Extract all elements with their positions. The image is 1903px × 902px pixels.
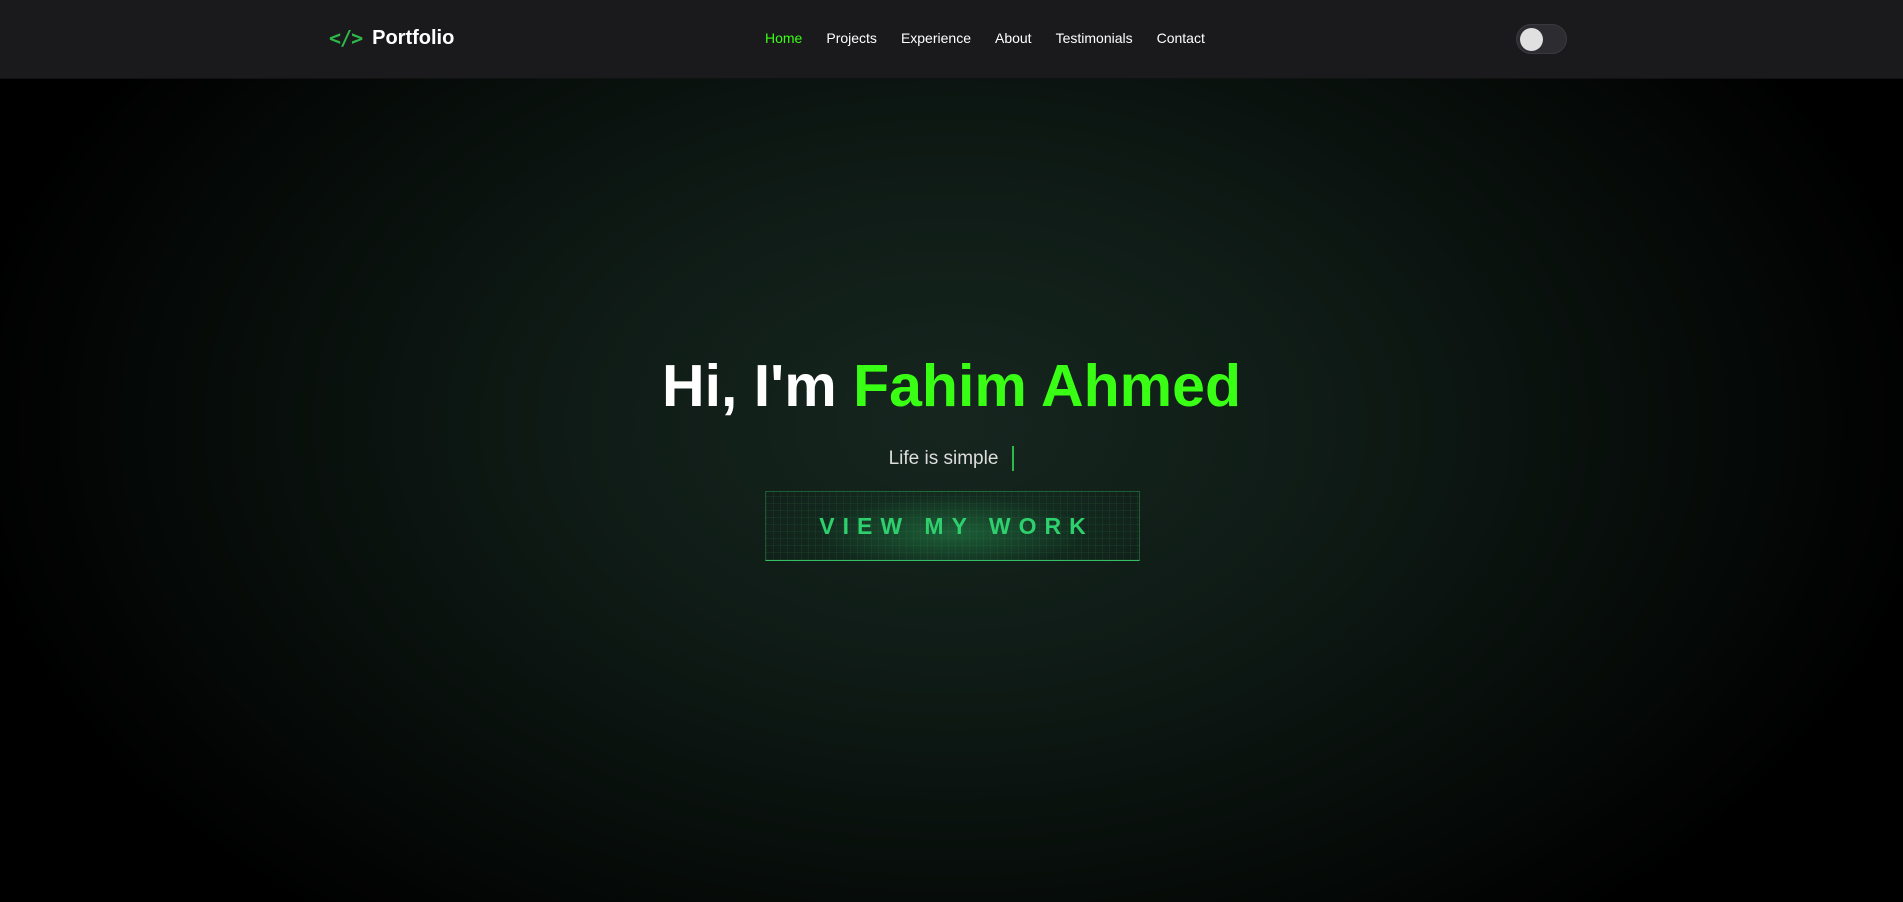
theme-toggle[interactable] <box>1516 24 1567 54</box>
typing-cursor <box>1012 446 1015 471</box>
nav-link-testimonials[interactable]: Testimonials <box>1056 30 1133 46</box>
navbar: </> Portfolio Home Projects Experience A… <box>0 0 1903 79</box>
nav-link-about[interactable]: About <box>995 30 1032 46</box>
nav-link-contact[interactable]: Contact <box>1157 30 1205 46</box>
hero-section: Hi, I'm Fahim Ahmed Life is simple VIEW … <box>0 79 1903 902</box>
hero-tagline: Life is simple <box>888 447 999 469</box>
nav-links: Home Projects Experience About Testimoni… <box>765 30 1205 46</box>
view-my-work-label: VIEW MY WORK <box>819 512 1094 539</box>
hero-name: Fahim Ahmed <box>853 353 1241 419</box>
nav-link-home[interactable]: Home <box>765 30 802 46</box>
toggle-knob <box>1520 28 1543 51</box>
hero-greeting: Hi, I'm <box>662 353 837 419</box>
view-my-work-button[interactable]: VIEW MY WORK <box>765 491 1140 561</box>
code-icon: </> <box>329 26 363 50</box>
nav-link-experience[interactable]: Experience <box>901 30 971 46</box>
hero-title: Hi, I'm Fahim Ahmed <box>0 352 1903 420</box>
hero-tagline-row: Life is simple <box>0 446 1903 471</box>
nav-link-projects[interactable]: Projects <box>826 30 877 46</box>
brand-title: Portfolio <box>372 26 455 49</box>
brand-logo[interactable]: </> Portfolio <box>329 26 454 50</box>
